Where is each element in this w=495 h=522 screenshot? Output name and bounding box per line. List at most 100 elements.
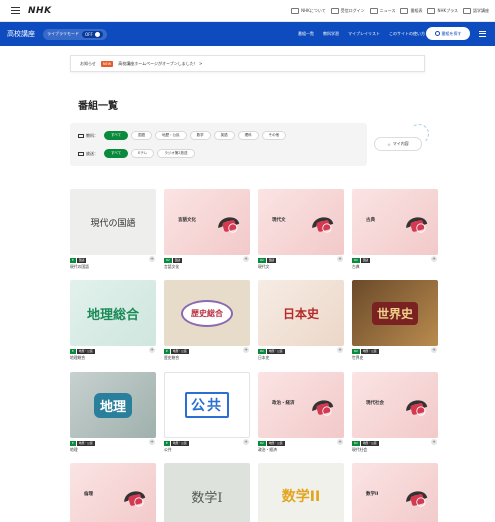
program-card[interactable]: 世界史 R2 地歴・公民 + 世界史 [352, 280, 438, 361]
program-card[interactable]: 歴史総合 E 地歴・公民 + 歴史総合 [164, 280, 250, 361]
program-thumbnail[interactable]: 地理総合 [70, 280, 156, 346]
toggle-knob-icon [94, 31, 100, 37]
program-card[interactable]: 倫理 [70, 463, 156, 522]
program-thumbnail[interactable]: 世界史 [352, 280, 438, 346]
program-thumbnail[interactable]: 現代社会 [352, 372, 438, 438]
thumbnail-title: 現代の国語 [90, 218, 136, 229]
notice-bar[interactable]: お知らせ NEW 高校講座ホームページがオープンしました！ > [70, 55, 425, 72]
program-name[interactable]: 歴史総合 [164, 355, 250, 361]
program-name[interactable]: 現代の国語 [70, 264, 156, 270]
channel-chip-etele[interactable]: Eテレ [131, 149, 155, 158]
library-mode-toggle[interactable]: ライブラリモード OFF [43, 28, 107, 40]
program-name[interactable]: 言語文化 [164, 264, 250, 270]
search-icon [434, 31, 440, 36]
add-to-mylist-icon[interactable]: + [337, 439, 343, 445]
program-card[interactable]: 現代文 R2 国語 + 現代文 [258, 189, 344, 270]
nav-program-list[interactable]: 番組一覧 [298, 31, 314, 37]
notice-text[interactable]: 高校講座ホームページがオープンしました！ > [118, 61, 202, 67]
program-card[interactable]: 古典 R2 国語 + 古典 [352, 189, 438, 270]
program-thumbnail[interactable]: 政治・経済 [258, 372, 344, 438]
program-tags: E 地歴・公民 [164, 348, 250, 354]
add-to-mylist-icon[interactable]: + [431, 439, 437, 445]
program-tags: R2 地歴・公民 [258, 440, 344, 446]
hamburger-menu-icon[interactable] [6, 0, 24, 22]
program-thumbnail[interactable]: 倫理 [70, 463, 156, 522]
program-name[interactable]: 日本史 [258, 355, 344, 361]
top-link-language[interactable]: 語学講座 [463, 8, 489, 14]
program-name[interactable]: 公共 [164, 447, 250, 453]
program-name[interactable]: 現代文 [258, 264, 344, 270]
subject-chip-science[interactable]: 理科 [237, 131, 259, 140]
library-mode-switch[interactable]: OFF [82, 30, 103, 38]
nav-links: 番組一覧 教科学習 マイプレイリスト このサイトの使い方 [298, 22, 425, 46]
nav-subject-study[interactable]: 教科学習 [323, 31, 339, 37]
add-to-mylist-icon[interactable]: + [337, 256, 343, 262]
nav-how-to-use[interactable]: このサイトの使い方 [389, 31, 425, 37]
subject-chip-math[interactable]: 数学 [189, 131, 211, 140]
thumbnail-title: 日本史 [282, 306, 319, 321]
program-card[interactable]: 数学II [352, 463, 438, 522]
add-to-mylist-icon[interactable]: + [243, 347, 249, 353]
add-to-mylist-icon[interactable]: + [149, 439, 155, 445]
program-card[interactable]: 数学II [258, 463, 344, 522]
add-to-mylist-icon[interactable]: + [149, 347, 155, 353]
program-name[interactable]: 現代社会 [352, 447, 438, 453]
program-thumbnail[interactable]: 数学II [352, 463, 438, 522]
top-link-nhkplus[interactable]: NHKプラス [427, 8, 458, 14]
library-mode-state: OFF [85, 31, 93, 37]
search-programs-button[interactable]: 番組を探す [426, 27, 470, 40]
program-thumbnail[interactable]: 歴史総合 [164, 280, 250, 346]
program-thumbnail[interactable]: 数学I [164, 463, 250, 522]
program-thumbnail[interactable]: 現代文 [258, 189, 344, 255]
add-to-mylist-icon[interactable]: + [243, 439, 249, 445]
program-thumbnail[interactable]: 数学II [258, 463, 344, 522]
add-to-mylist-icon[interactable]: + [431, 347, 437, 353]
top-link-schedule[interactable]: 番組表 [400, 8, 422, 14]
program-name[interactable]: 世界史 [352, 355, 438, 361]
add-to-mylist-icon[interactable]: + [243, 256, 249, 262]
program-name[interactable]: 地理総合 [70, 355, 156, 361]
program-card[interactable]: 地理 E 地歴・公民 + 地理 [70, 372, 156, 453]
program-card[interactable]: 現代社会 R2 地歴・公民 + 現代社会 [352, 372, 438, 453]
nav-menu-icon[interactable] [479, 29, 489, 38]
program-name[interactable]: 政治・経済 [258, 447, 344, 453]
add-to-mylist-icon[interactable]: + [431, 256, 437, 262]
add-to-mylist-icon[interactable]: + [337, 347, 343, 353]
channel-chip-radio2[interactable]: ラジオ第2放送 [157, 149, 195, 158]
program-thumbnail[interactable]: 日本史 [258, 280, 344, 346]
program-card[interactable]: 公共 E 地歴・公民 + 公共 [164, 372, 250, 453]
news-icon [369, 8, 378, 14]
program-card[interactable]: 政治・経済 R2 地歴・公民 + 政治・経済 [258, 372, 344, 453]
telephone-illustration-icon [120, 481, 148, 509]
top-link-about[interactable]: NHKについて [291, 8, 326, 14]
subject-chip-other[interactable]: その他 [261, 131, 287, 140]
thumbnail-title: 古典 [366, 218, 375, 223]
subject-chip-all[interactable]: すべて [104, 131, 129, 140]
program-thumbnail[interactable]: 言語文化 [164, 189, 250, 255]
subject-chip-japanese[interactable]: 国語 [131, 131, 153, 140]
nhk-logo[interactable]: NHK [28, 6, 52, 16]
program-thumbnail[interactable]: 古典 [352, 189, 438, 255]
program-tags: E 地歴・公民 [70, 440, 156, 446]
thumbnail-title: 公共 [185, 392, 229, 418]
notice-label: お知らせ [80, 60, 96, 66]
program-card[interactable]: 言語文化 R2 国語 + 言語文化 [164, 189, 250, 270]
program-name[interactable]: 古典 [352, 264, 438, 270]
top-link-news[interactable]: ニュース [369, 8, 395, 14]
subject-chip-english[interactable]: 英語 [213, 131, 235, 140]
program-card[interactable]: 数学I [164, 463, 250, 522]
nav-my-playlist[interactable]: マイプレイリスト [348, 31, 380, 37]
program-name[interactable]: 地理 [70, 447, 156, 453]
program-card[interactable]: 現代の国語 E 国語 + 現代の国語 [70, 189, 156, 270]
channel-chip-all[interactable]: すべて [104, 149, 129, 158]
program-thumbnail[interactable]: 公共 [164, 372, 250, 438]
program-thumbnail[interactable]: 現代の国語 [70, 189, 156, 255]
site-brand[interactable]: 高校講座 [7, 29, 35, 39]
subject-chip-history[interactable]: 地歴・公民 [155, 131, 187, 140]
program-card[interactable]: 日本史 R2 地歴・公民 + 日本史 [258, 280, 344, 361]
program-thumbnail[interactable]: 地理 [70, 372, 156, 438]
program-card[interactable]: 地理総合 E 地歴・公民 + 地理総合 [70, 280, 156, 361]
add-to-mylist-icon[interactable]: + [149, 256, 155, 262]
broadcast-icon [78, 151, 84, 156]
top-link-login[interactable]: 受信ログイン [330, 8, 365, 14]
